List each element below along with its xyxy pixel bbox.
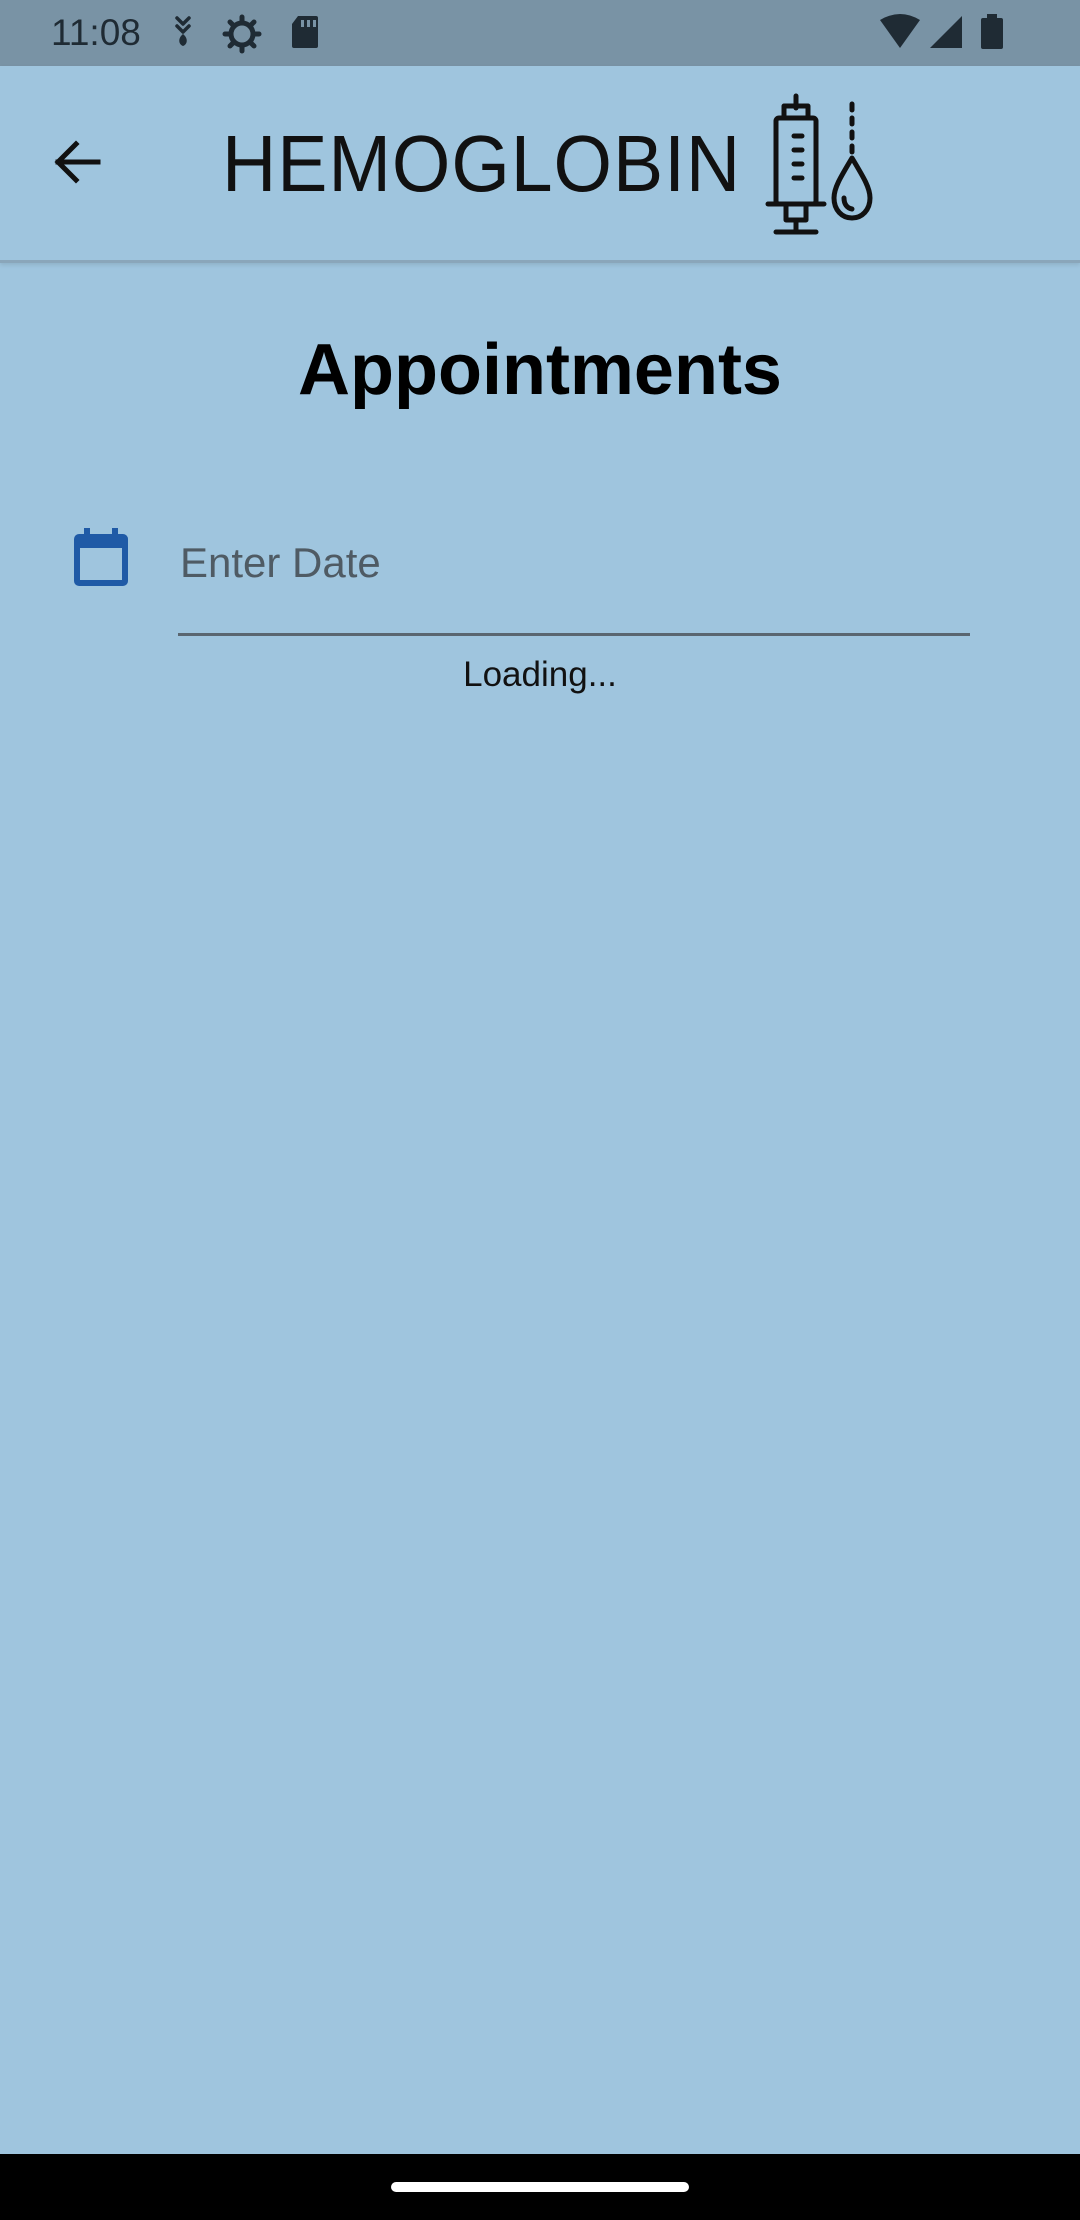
settings-gear-icon <box>222 14 262 54</box>
syringe-blood-drop-icon <box>765 93 873 235</box>
app-bar: HEMOGLOBIN <box>0 66 1080 263</box>
cell-signal-icon <box>930 16 962 48</box>
loading-text: Loading... <box>463 655 617 694</box>
status-bar: 11:08 <box>0 0 1080 66</box>
status-time: 11:08 <box>51 12 141 53</box>
wifi-icon <box>880 14 920 48</box>
system-nav-bar <box>0 2154 1080 2220</box>
sd-card-icon <box>292 16 318 48</box>
app-logo-text: HEMOGLOBIN <box>222 119 742 208</box>
date-input[interactable] <box>178 520 970 636</box>
calendar-icon[interactable] <box>70 526 132 588</box>
download-arrow-icon <box>175 16 191 46</box>
home-gesture-handle[interactable] <box>391 2182 689 2192</box>
battery-icon <box>981 14 1003 49</box>
page-title: Appointments <box>298 330 782 410</box>
back-button[interactable] <box>36 120 120 204</box>
arrow-left-icon <box>54 140 101 184</box>
